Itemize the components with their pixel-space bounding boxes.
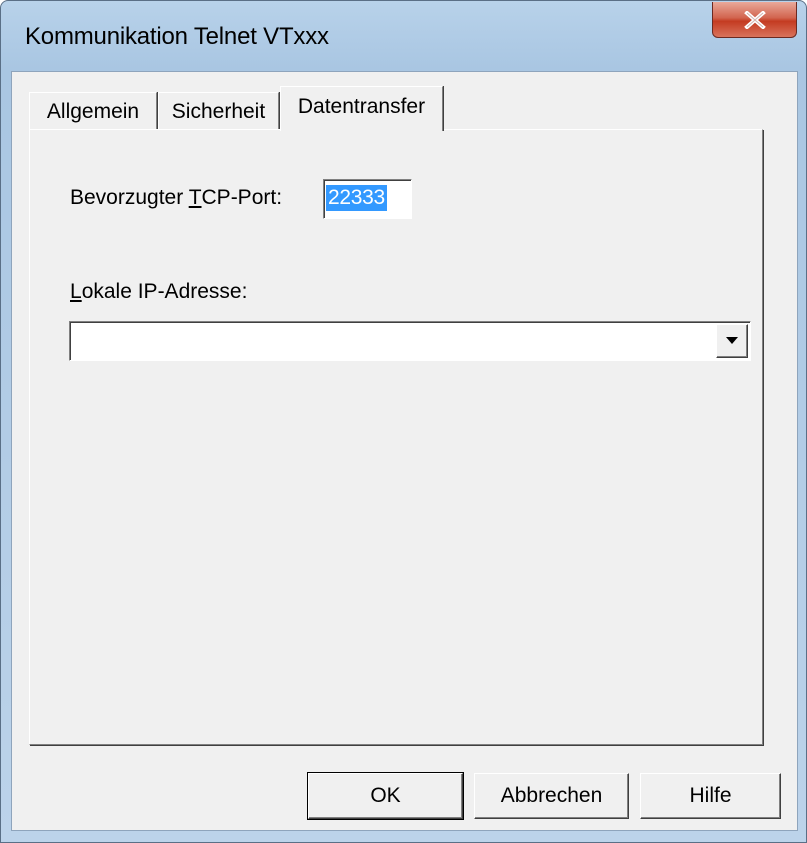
chevron-down-icon bbox=[726, 337, 738, 344]
local-ip-label: Lokale IP-Adresse: bbox=[70, 280, 248, 303]
window-title: Kommunikation Telnet VTxxx bbox=[25, 23, 329, 50]
tcp-port-value: 22333 bbox=[326, 185, 387, 211]
local-ip-combobox[interactable] bbox=[69, 321, 751, 361]
tab-sicherheit[interactable]: Sicherheit bbox=[158, 92, 279, 130]
tab-panel-datentransfer bbox=[29, 129, 763, 745]
dialog-window: Kommunikation Telnet VTxxx Allgemein Sic… bbox=[0, 0, 807, 843]
dialog-client-area: Allgemein Sicherheit Datentransfer Bevor… bbox=[11, 71, 798, 831]
tcp-port-label: Bevorzugter TCP-Port: bbox=[70, 186, 283, 209]
cancel-button[interactable]: Abbrechen bbox=[474, 773, 629, 819]
close-icon bbox=[743, 10, 766, 29]
title-bar[interactable]: Kommunikation Telnet VTxxx bbox=[1, 1, 806, 71]
tcp-port-input[interactable]: 22333 bbox=[323, 179, 412, 219]
help-button[interactable]: Hilfe bbox=[640, 773, 781, 819]
dropdown-button[interactable] bbox=[716, 324, 748, 358]
close-button[interactable] bbox=[712, 2, 797, 38]
tab-allgemein[interactable]: Allgemein bbox=[29, 92, 157, 130]
tab-datentransfer[interactable]: Datentransfer bbox=[280, 86, 443, 131]
ok-button[interactable]: OK bbox=[307, 772, 464, 820]
